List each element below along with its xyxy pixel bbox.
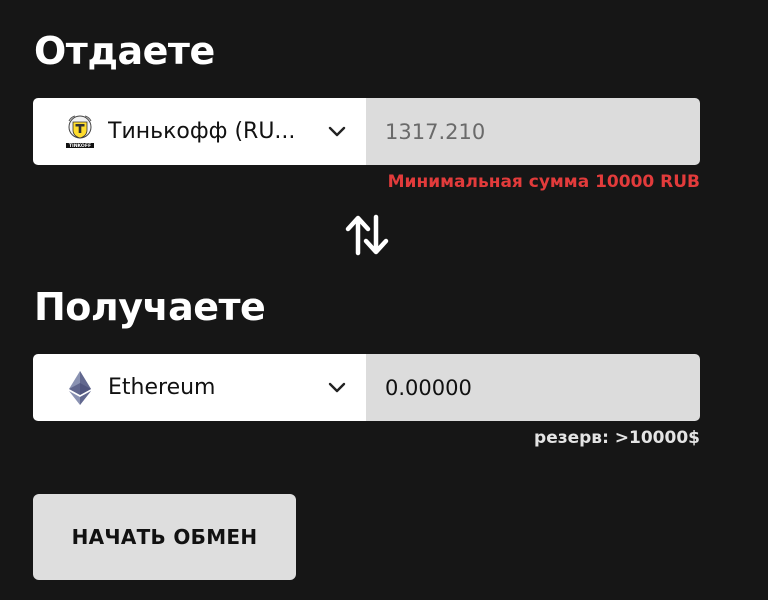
- give-row: TINKOFF Тинькофф (RU...: [33, 98, 700, 165]
- min-amount-error: Минимальная сумма 10000 RUB: [387, 172, 700, 192]
- get-amount-input[interactable]: [366, 354, 700, 421]
- chevron-down-icon: [328, 382, 346, 394]
- tinkoff-logo-icon: TINKOFF: [65, 114, 95, 150]
- reserve-note: резерв: >10000$: [534, 428, 700, 448]
- ethereum-logo-icon: [65, 370, 95, 406]
- give-currency-select[interactable]: TINKOFF Тинькофф (RU...: [33, 98, 366, 165]
- get-row: Ethereum: [33, 354, 700, 421]
- start-exchange-button[interactable]: НАЧАТЬ ОБМЕН: [33, 494, 296, 580]
- give-currency-label: Тинькофф (RU...: [108, 119, 296, 144]
- give-heading: Отдаете: [34, 29, 215, 73]
- svg-text:TINKOFF: TINKOFF: [69, 143, 91, 149]
- chevron-down-icon: [328, 126, 346, 138]
- get-currency-select[interactable]: Ethereum: [33, 354, 366, 421]
- swap-arrows-icon[interactable]: [343, 213, 391, 257]
- get-heading: Получаете: [34, 285, 266, 329]
- give-amount-input[interactable]: [366, 98, 700, 165]
- get-currency-label: Ethereum: [108, 375, 216, 400]
